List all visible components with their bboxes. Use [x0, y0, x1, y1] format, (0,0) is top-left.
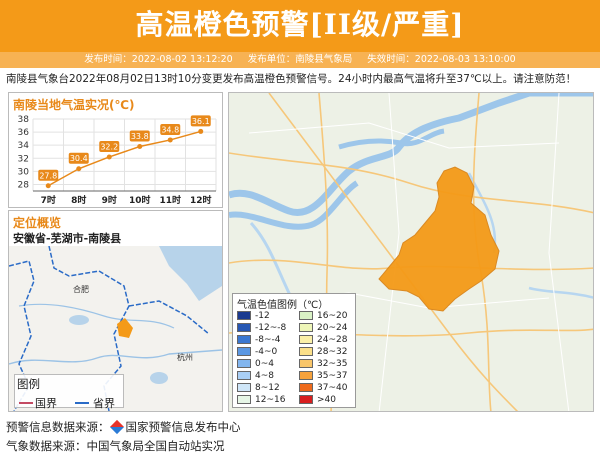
alert-title: 高温橙色预警[II级/严重]: [0, 0, 600, 52]
color-legend-item: 32~35: [299, 359, 347, 369]
color-legend-label: 28~32: [317, 347, 348, 357]
color-legend-label: >40: [317, 395, 336, 405]
provincial-border-label: 省界: [93, 397, 115, 410]
temperature-chart: 28 30 32 34 36 38 27.8 7时 30.4 8时 32.2 9时 33.8 10时 34.…: [18, 115, 217, 206]
expire-time: 失效时间：2022-08-03 13:10:00: [367, 54, 516, 65]
color-legend-item: 12~16: [237, 395, 285, 405]
boundary-legend-title: 图例: [17, 377, 40, 391]
warning-source: 预警信息数据来源： 国家预警信息发布中心: [6, 419, 241, 435]
map-label-hefei: 合肥: [73, 284, 89, 294]
warning-center-logo-icon: [109, 419, 124, 435]
color-legend-item: >40: [299, 395, 336, 405]
color-legend-label: 32~35: [317, 359, 348, 369]
alert-meta-bar: 发布时间：2022-08-02 13:12:20 发布单位：南陵县气象局 失效时…: [0, 52, 600, 68]
color-swatch: [299, 323, 313, 332]
color-swatch: [237, 383, 251, 392]
color-legend-label: -12~-8: [255, 323, 287, 333]
color-legend-label: 16~20: [317, 311, 348, 321]
temperature-value-label: 27.8: [39, 171, 57, 180]
color-swatch: [299, 335, 313, 344]
temperature-panel: 南陵当地气温实况(℃) 28 30 32 34 36 38 27.8 7时 30.4 8时 32.2…: [8, 92, 223, 208]
color-swatch: [299, 359, 313, 368]
color-legend-title: 气温色值图例（℃）: [237, 300, 329, 311]
color-swatch: [237, 335, 251, 344]
color-legend-item: -4~0: [237, 347, 277, 357]
color-legend-label: -4~0: [255, 347, 278, 357]
color-swatch: [299, 371, 313, 380]
temperature-value-label: 36.1: [192, 117, 210, 126]
color-legend-item: 35~37: [299, 371, 347, 381]
temperature-point: [198, 128, 204, 134]
color-legend-item: 4~8: [237, 371, 274, 381]
color-legend-label: 37~40: [317, 383, 348, 393]
temperature-value-label: 32.2: [100, 142, 118, 151]
color-legend-item: 0~4: [237, 359, 274, 369]
color-legend-label: 35~37: [317, 371, 348, 381]
national-border-swatch: [19, 402, 33, 404]
warning-source-org: 国家预警信息发布中心: [125, 420, 241, 434]
color-legend-item: -12~-8: [237, 323, 286, 333]
temperature-point: [137, 143, 143, 149]
color-legend-item: 8~12: [237, 383, 280, 393]
boundary-legend: 图例 国界 省界: [14, 374, 124, 410]
x-tick-label: 7时: [41, 194, 56, 206]
temperature-value-label: 34.8: [161, 125, 179, 134]
location-panel-title: 定位概览: [13, 216, 62, 230]
x-tick-label: 8时: [71, 194, 86, 206]
x-tick-label: 10时: [129, 194, 151, 206]
temperature-point: [106, 154, 112, 160]
color-legend-label: 4~8: [255, 371, 274, 381]
x-tick-label: 11时: [159, 194, 181, 206]
y-tick-label: 36: [18, 128, 30, 138]
issue-time: 发布时间：2022-08-02 13:12:20: [84, 54, 233, 65]
temperature-point: [167, 137, 173, 143]
color-swatch: [237, 323, 251, 332]
color-swatch: [299, 347, 313, 356]
color-swatch: [237, 347, 251, 356]
provincial-border-swatch: [75, 402, 89, 404]
color-legend-item: 37~40: [299, 383, 347, 393]
color-legend-item: 20~24: [299, 323, 347, 333]
temperature-value-label: 30.4: [70, 154, 88, 163]
x-tick-label: 9时: [102, 194, 117, 206]
weather-source: 气象数据来源：中国气象局全国自动站实况: [6, 439, 225, 453]
color-legend-item: 16~20: [299, 311, 347, 321]
warning-source-label: 预警信息数据来源：: [6, 420, 110, 434]
y-tick-label: 30: [18, 167, 30, 177]
location-path: 安徽省-芜湖市-南陵县: [13, 232, 122, 245]
color-swatch: [237, 311, 251, 320]
temperature-color-legend: 气温色值图例（℃） -12 16~20 -12~-8 20~24 -8~-4 24~28 -…: [232, 293, 356, 408]
color-legend-label: -8~-4: [255, 335, 281, 345]
y-tick-label: 28: [18, 180, 30, 190]
national-border-label: 国界: [35, 397, 57, 410]
color-legend-label: -12: [255, 311, 270, 321]
color-legend-label: 8~12: [255, 383, 280, 393]
color-swatch: [299, 311, 313, 320]
temperature-value-label: 33.8: [131, 132, 149, 141]
x-tick-label: 12时: [190, 194, 212, 206]
color-legend-item: -8~-4: [237, 335, 281, 345]
color-legend-item: 28~32: [299, 347, 347, 357]
color-legend-label: 20~24: [317, 323, 348, 333]
color-legend-item: -12: [237, 311, 270, 321]
y-tick-label: 34: [18, 141, 30, 151]
issuer: 发布单位：南陵县气象局: [247, 54, 353, 65]
color-swatch: [237, 359, 251, 368]
color-legend-label: 24~28: [317, 335, 348, 345]
temperature-point: [76, 166, 82, 172]
color-swatch: [299, 395, 313, 404]
color-legend-item: 24~28: [299, 335, 347, 345]
alert-notice: 南陵县气象台2022年08月02日13时10分变更发布高温橙色预警信号。24小时…: [6, 73, 577, 85]
color-legend-label: 0~4: [255, 359, 274, 369]
map-label-hangzhou: 杭州: [177, 352, 193, 362]
color-swatch: [237, 395, 251, 404]
color-swatch: [299, 383, 313, 392]
color-swatch: [237, 371, 251, 380]
color-legend-label: 12~16: [255, 395, 286, 405]
y-tick-label: 38: [18, 115, 30, 125]
y-tick-label: 32: [18, 154, 29, 164]
temperature-point: [45, 183, 51, 189]
